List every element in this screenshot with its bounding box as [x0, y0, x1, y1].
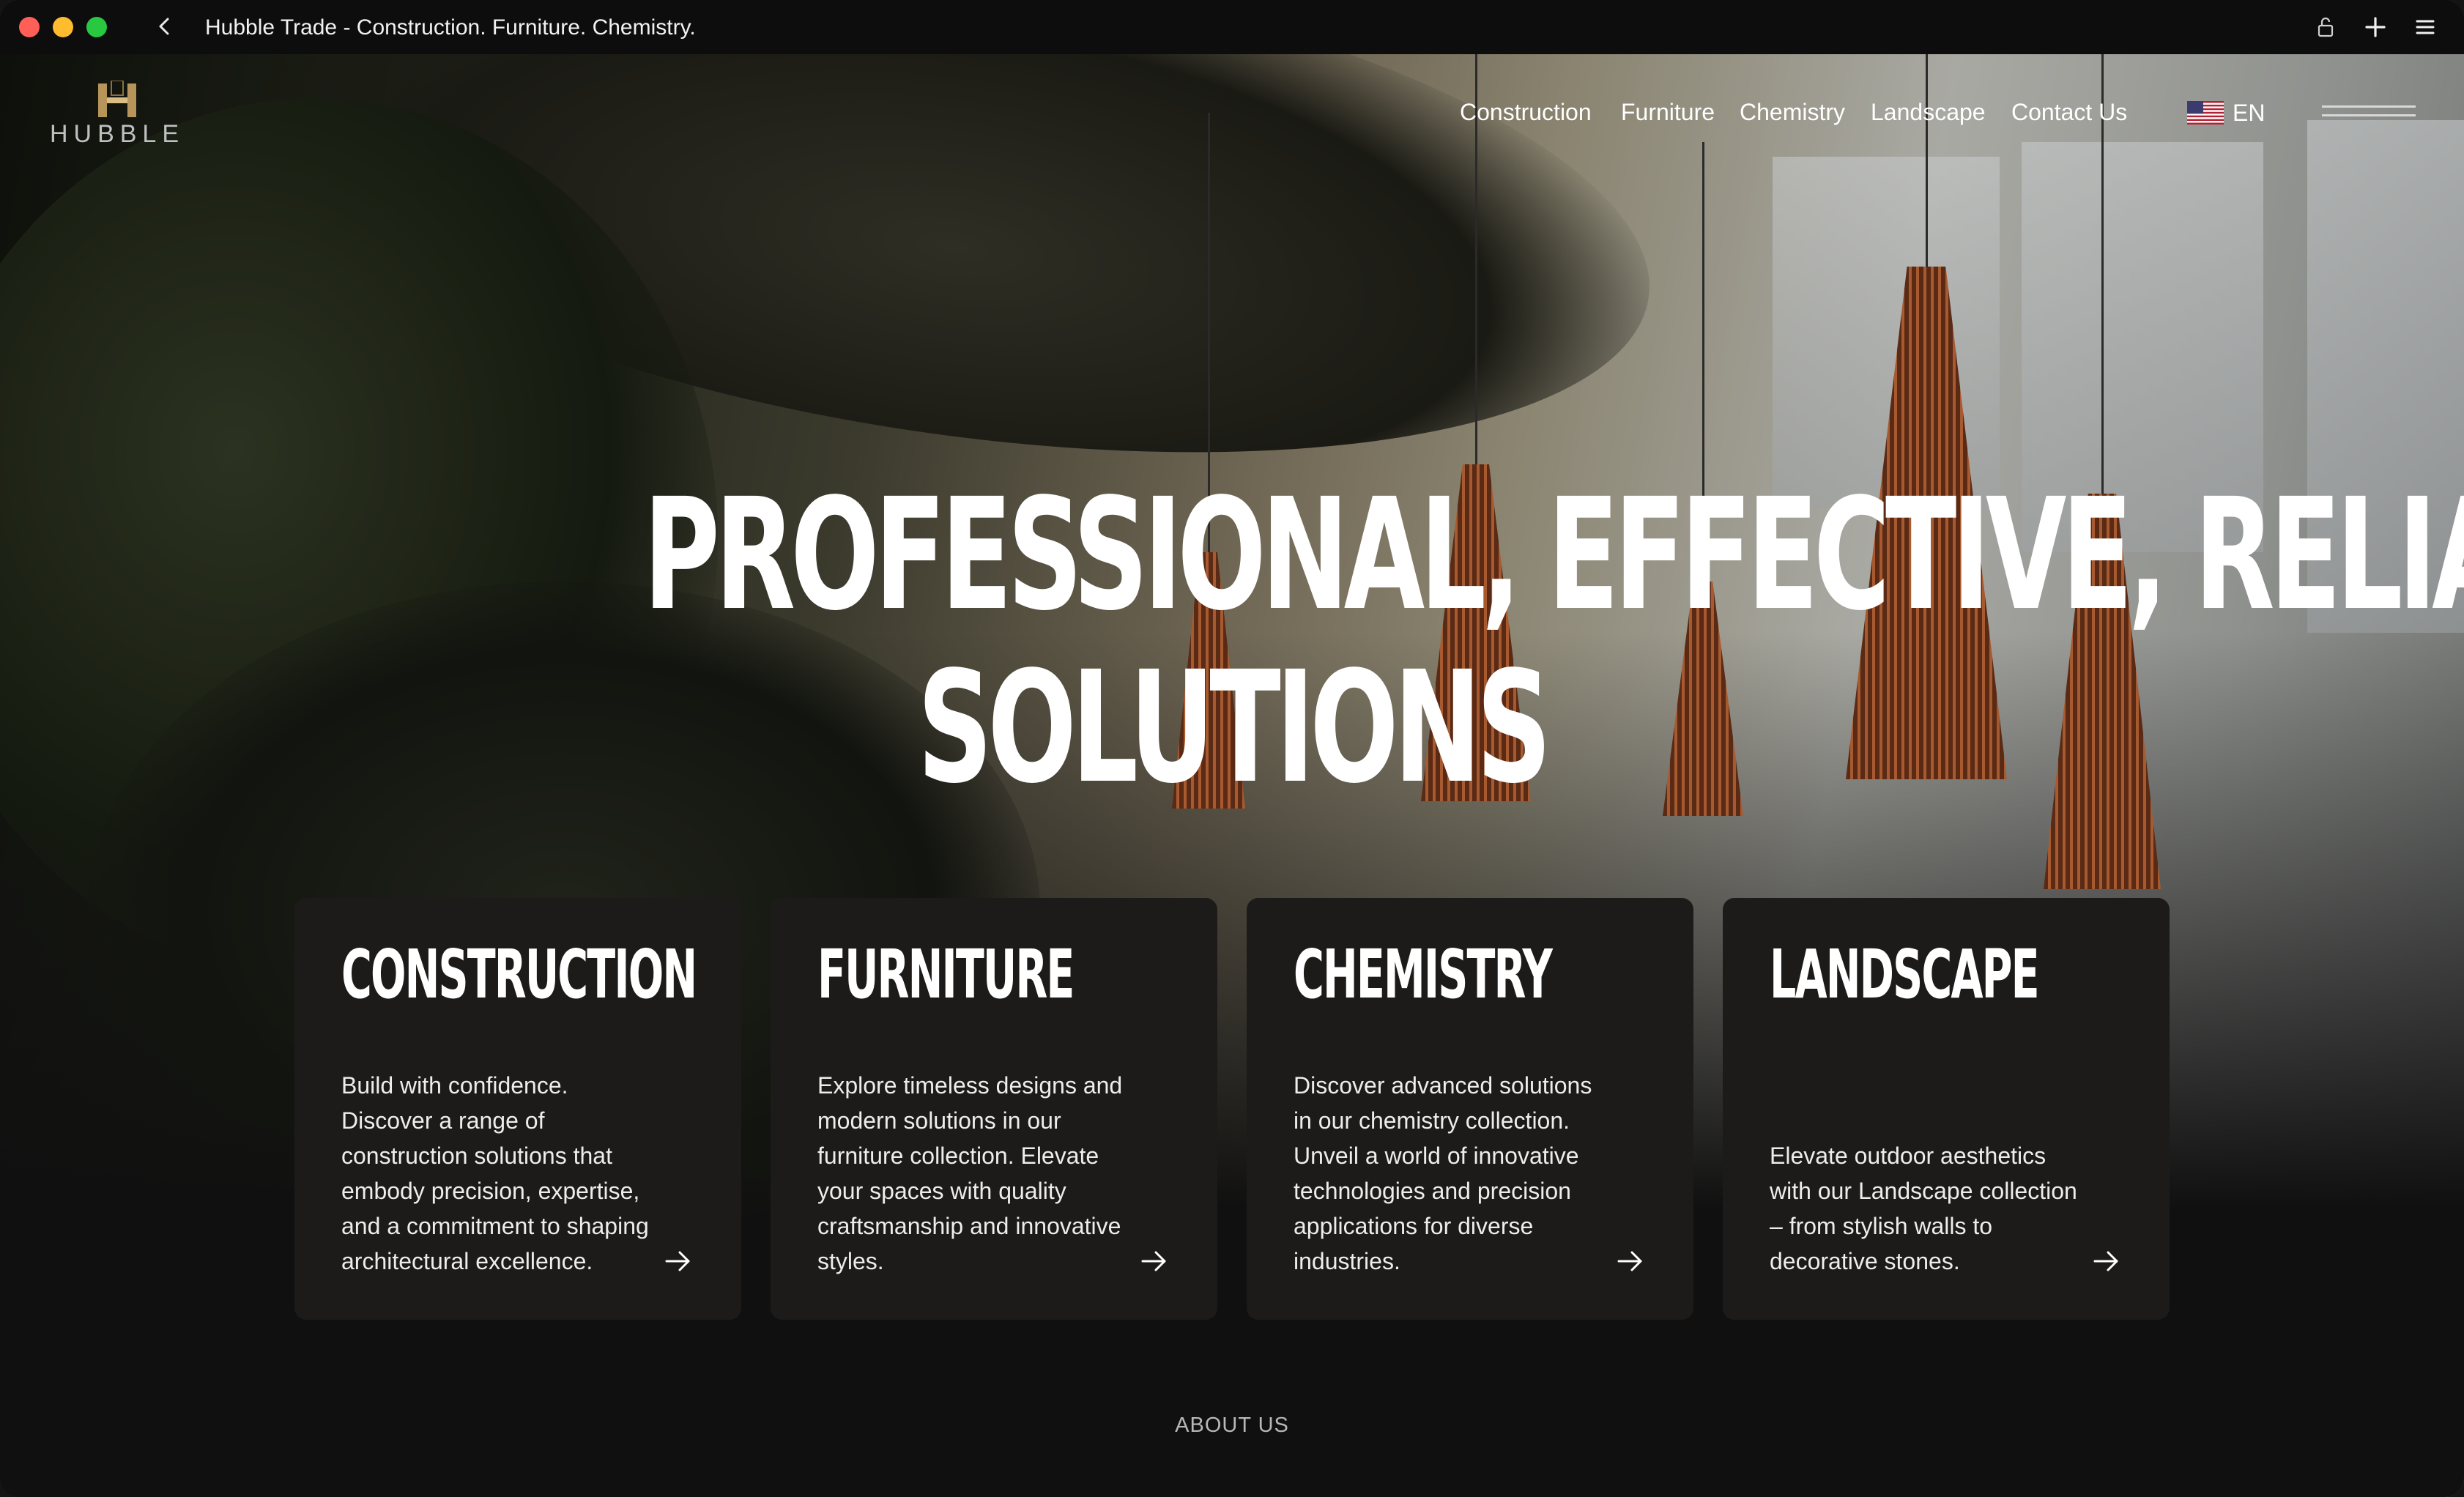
back-arrow-icon[interactable]: [149, 12, 179, 41]
language-label: EN: [2233, 100, 2266, 126]
arrow-right-icon[interactable]: [1138, 1247, 1170, 1276]
furniture-card[interactable]: FURNITURE Explore timeless designs and m…: [771, 898, 1217, 1320]
nav-construction[interactable]: Construction: [1460, 94, 1592, 130]
page-title: Hubble Trade - Construction. Furniture. …: [205, 15, 696, 40]
about-us-link[interactable]: ABOUT US: [0, 1414, 2464, 1438]
hero-headline: PROFESSIONAL, EFFECTIVE, RELIABLE SOLUTI…: [643, 465, 2464, 817]
card-title: CONSTRUCTION: [341, 935, 697, 1014]
arrow-right-icon[interactable]: [1614, 1247, 1647, 1276]
arrow-right-icon[interactable]: [2090, 1247, 2123, 1276]
card-description: Elevate outdoor aesthetics with our Land…: [1770, 1143, 2077, 1274]
hero-headline-line-2: SOLUTIONS: [917, 638, 1551, 817]
card-title: LANDSCAPE: [1770, 935, 2040, 1014]
hubble-logo[interactable]: HUBBLE: [44, 81, 190, 148]
card-title: CHEMISTRY: [1294, 935, 1553, 1014]
card-description: Build with confidence. Discover a range …: [341, 1072, 649, 1274]
landscape-card[interactable]: LANDSCAPE Elevate outdoor aesthetics wit…: [1723, 898, 2170, 1320]
chemistry-card[interactable]: CHEMISTRY Discover advanced solutions in…: [1247, 898, 1693, 1320]
nav-contact-us[interactable]: Contact Us: [2011, 94, 2127, 130]
card-title: FURNITURE: [817, 935, 1075, 1014]
close-window-button[interactable]: [19, 17, 40, 37]
browser-menu-icon[interactable]: [2413, 15, 2438, 40]
arrow-right-icon[interactable]: [662, 1247, 694, 1276]
nav-furniture[interactable]: Furniture: [1621, 94, 1715, 130]
browser-window: Hubble Trade - Construction. Furniture. …: [0, 0, 2464, 1497]
card-description: Discover advanced solutions in our chemi…: [1294, 1072, 1592, 1274]
nav-chemistry[interactable]: Chemistry: [1740, 94, 1845, 130]
h-monogram-icon: [98, 81, 136, 117]
nav-landscape[interactable]: Landscape: [1871, 94, 1986, 130]
logo-text: HUBBLE: [49, 120, 185, 148]
hamburger-menu-icon[interactable]: [2322, 103, 2416, 122]
us-flag-icon: [2187, 101, 2224, 125]
hero-headline-line-1: PROFESSIONAL, EFFECTIVE, RELIABLE: [643, 465, 2464, 645]
card-description: Explore timeless designs and modern solu…: [817, 1072, 1123, 1274]
new-tab-icon[interactable]: [2361, 13, 2389, 41]
lock-icon[interactable]: [2315, 15, 2337, 40]
title-bar: Hubble Trade - Construction. Furniture. …: [0, 0, 2464, 55]
minimize-window-button[interactable]: [53, 17, 73, 37]
construction-card[interactable]: CONSTRUCTION Build with confidence. Disc…: [294, 898, 741, 1320]
maximize-window-button[interactable]: [86, 17, 107, 37]
